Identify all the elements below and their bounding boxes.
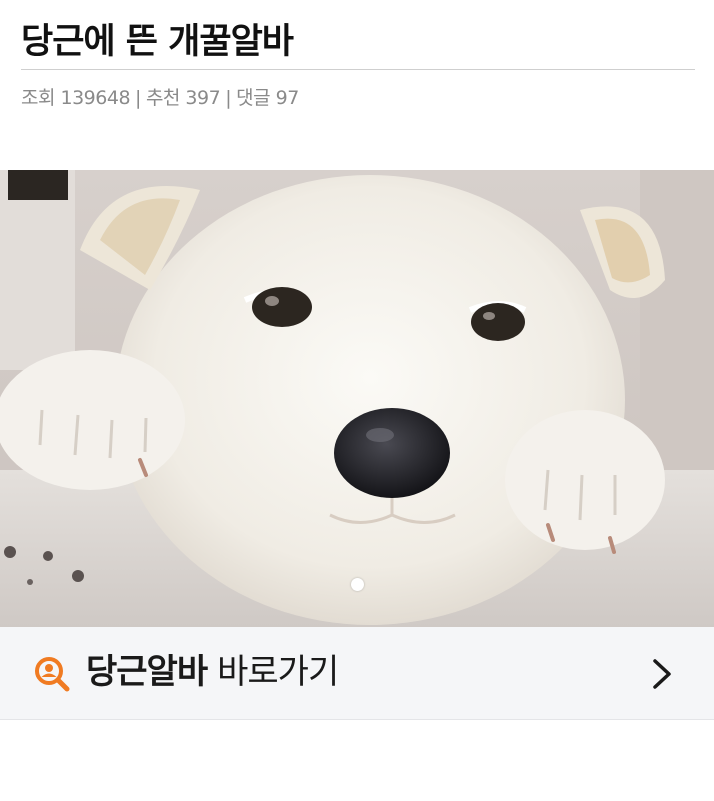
comment-count: 댓글 97 xyxy=(236,87,299,109)
post-meta: 조회 139648 | 추천 397 | 댓글 97 xyxy=(21,84,299,112)
post-page: 당근에 뜬 개꿀알바 조회 139648 | 추천 397 | 댓글 97 당근… xyxy=(0,0,714,801)
carousel-dot-active[interactable] xyxy=(350,578,364,591)
recommend-count: 추천 397 xyxy=(145,87,221,109)
shortcut-label: 당근알바 바로가기 xyxy=(86,649,339,695)
carousel-dots xyxy=(0,578,714,591)
puppy-image xyxy=(0,170,714,627)
meta-separator: | xyxy=(225,87,232,109)
shortcut-action: 바로가기 xyxy=(217,652,339,692)
image-carousel[interactable] xyxy=(0,170,714,627)
search-person-icon xyxy=(35,657,70,692)
meta-separator: | xyxy=(135,87,141,109)
view-count: 조회 139648 xyxy=(21,87,131,109)
danggeun-alba-shortcut[interactable]: 당근알바 바로가기 xyxy=(0,627,714,720)
post-title: 당근에 뜬 개꿀알바 xyxy=(21,22,294,62)
title-divider xyxy=(21,69,695,70)
chevron-right-icon[interactable] xyxy=(650,657,674,691)
shortcut-brand: 당근알바 xyxy=(86,652,208,692)
